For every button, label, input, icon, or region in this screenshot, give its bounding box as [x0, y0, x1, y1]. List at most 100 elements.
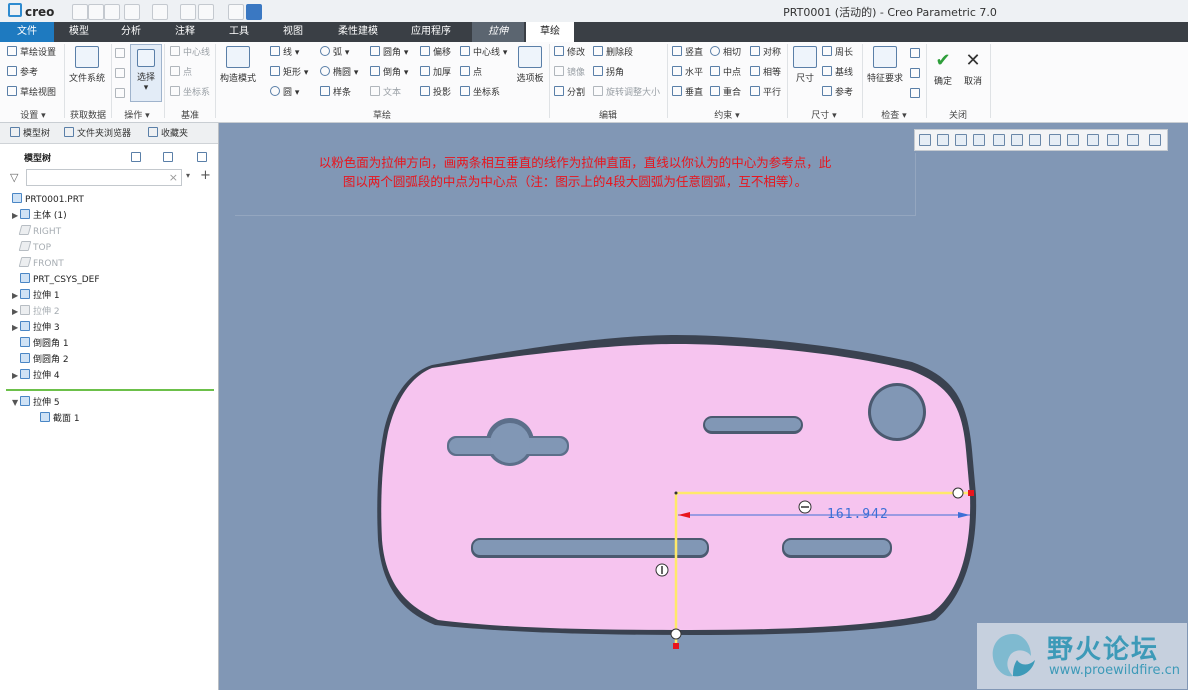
collapse-arrow-icon[interactable]: ▼ [12, 396, 20, 410]
group-label-setup[interactable]: 设置 ▾ [4, 108, 62, 121]
midpoint-constraint-button[interactable]: 中点 [710, 66, 741, 80]
tree-node-extrude-4[interactable]: ▶ 拉伸 4 [12, 369, 60, 383]
tree-node-extrude-2[interactable]: ▶ 拉伸 2 [12, 305, 60, 319]
save-icon[interactable] [104, 4, 120, 20]
palette-button[interactable]: 选项板 [513, 46, 547, 84]
tab-tools[interactable]: 工具 [216, 22, 262, 42]
file-system-button[interactable]: 文件系统 [66, 46, 108, 84]
tree-node-extrude-3[interactable]: ▶ 拉伸 3 [12, 321, 60, 335]
tree-node-csys[interactable]: PRT_CSYS_DEF [20, 273, 100, 287]
tab-applications[interactable]: 应用程序 [398, 22, 464, 42]
sketch-point-button[interactable]: 点 [460, 66, 482, 80]
feature-requirements-button[interactable]: 特征要求 [864, 46, 906, 84]
group-label-operations[interactable]: 操作 ▾ [112, 108, 162, 121]
line-button[interactable]: 线 ▾ [270, 46, 299, 60]
tab-extrude[interactable]: 拉伸 [472, 22, 524, 42]
tab-view[interactable]: 视图 [270, 22, 316, 42]
circle-button[interactable]: 圆 ▾ [270, 86, 299, 100]
select-button[interactable]: 选择 ▾ [130, 44, 162, 102]
customize-toolbar-icon[interactable] [246, 4, 262, 20]
coincident-constraint-button[interactable]: 重合 [710, 86, 741, 100]
tree-columns-icon[interactable] [197, 152, 207, 162]
open-file-icon[interactable] [88, 4, 104, 20]
text-button[interactable]: 文本 [370, 86, 401, 100]
regenerate-icon[interactable] [180, 4, 196, 20]
mirror-button[interactable]: 镜像 [554, 66, 585, 80]
divide-button[interactable]: 分割 [554, 86, 585, 100]
overlapping-geometry-icon[interactable] [910, 48, 920, 58]
baseline-button[interactable]: 基线 [822, 66, 853, 80]
tree-settings-icon[interactable] [131, 152, 141, 162]
parallel-constraint-button[interactable]: 平行 [750, 86, 781, 100]
corner-button[interactable]: 拐角 [593, 66, 624, 80]
tree-node-section-1[interactable]: 截面 1 [40, 412, 80, 426]
tree-node-body[interactable]: ▶ 主体 (1) [12, 209, 67, 223]
tab-favorites[interactable]: 收藏夹 [148, 126, 188, 139]
perimeter-button[interactable]: 周长 [822, 46, 853, 60]
datum-point-button[interactable]: 点 [170, 66, 192, 80]
tree-filter-input[interactable]: × [26, 169, 182, 186]
shade-closed-loops-icon[interactable] [910, 88, 920, 98]
expand-arrow-icon[interactable]: ▶ [12, 289, 20, 303]
symmetric-constraint-button[interactable]: 对称 [750, 46, 781, 60]
vertical-constraint-button[interactable]: 竖直 [672, 46, 703, 60]
tree-node-top-plane[interactable]: TOP [18, 241, 51, 255]
modify-button[interactable]: 修改 [554, 46, 585, 60]
rectangle-button[interactable]: 矩形 ▾ [270, 66, 308, 80]
tab-folder-browser[interactable]: 文件夹浏览器 [64, 126, 131, 139]
close-window-icon[interactable] [228, 4, 244, 20]
chamfer-button[interactable]: 倒角 ▾ [370, 66, 408, 80]
endpoint-marker[interactable] [968, 490, 974, 496]
dimension-button[interactable]: 尺寸 [790, 46, 820, 84]
add-filter-icon[interactable]: + [200, 168, 211, 183]
paste-icon[interactable] [115, 88, 125, 98]
expand-arrow-icon[interactable]: ▶ [12, 305, 20, 319]
midpoint-constraint-icon[interactable] [670, 628, 682, 640]
tab-model[interactable]: 模型 [56, 22, 102, 42]
ok-button[interactable]: ✔ 确定 [929, 50, 957, 87]
sketch-view-button[interactable]: 草绘视图 [7, 86, 56, 100]
equal-constraint-button[interactable]: 相等 [750, 66, 781, 80]
group-label-constrain[interactable]: 约束 ▾ [668, 108, 786, 121]
tree-node-part[interactable]: PRT0001.PRT [12, 193, 84, 207]
expand-arrow-icon[interactable]: ▶ [12, 209, 20, 223]
new-file-icon[interactable] [72, 4, 88, 20]
group-label-dimension[interactable]: 尺寸 ▾ [788, 108, 860, 121]
cancel-button[interactable]: ✕ 取消 [959, 50, 987, 87]
tree-show-icon[interactable] [163, 152, 173, 162]
horizontal-constraint-button[interactable]: 水平 [672, 66, 703, 80]
datum-csys-button[interactable]: 坐标系 [170, 86, 210, 100]
tangent-constraint-button[interactable]: 相切 [710, 46, 741, 60]
windows-icon[interactable] [198, 4, 214, 20]
tab-model-tree[interactable]: 模型树 [10, 126, 50, 139]
fillet-button[interactable]: 圆角 ▾ [370, 46, 408, 60]
construction-mode-button[interactable]: 构造模式 [217, 46, 259, 84]
endpoint-marker[interactable] [673, 643, 679, 649]
sketch-setup-button[interactable]: 草绘设置 [7, 46, 56, 60]
undo-icon[interactable] [124, 4, 140, 20]
clear-filter-icon[interactable]: × [169, 171, 178, 184]
expand-arrow-icon[interactable]: ▶ [12, 321, 20, 335]
tree-node-round-2[interactable]: 倒圆角 2 [20, 353, 69, 367]
tab-sketch[interactable]: 草绘 [526, 22, 574, 42]
tab-analysis[interactable]: 分析 [108, 22, 154, 42]
dimension-value[interactable]: 161.942 [827, 507, 889, 522]
sketch-centerline-button[interactable]: 中心线 ▾ [460, 46, 507, 60]
midpoint-constraint-icon[interactable] [952, 487, 964, 499]
references-button[interactable]: 参考 [7, 66, 38, 80]
tree-node-extrude-1[interactable]: ▶ 拉伸 1 [12, 289, 60, 303]
redo-icon[interactable] [152, 4, 168, 20]
arc-button[interactable]: 弧 ▾ [320, 46, 349, 60]
datum-centerline-button[interactable]: 中心线 [170, 46, 210, 60]
sketch-csys-button[interactable]: 坐标系 [460, 86, 500, 100]
expand-arrow-icon[interactable]: ▶ [12, 369, 20, 383]
tree-node-extrude-5[interactable]: ▼ 拉伸 5 [12, 396, 60, 410]
perpendicular-constraint-button[interactable]: 垂直 [672, 86, 703, 100]
project-button[interactable]: 投影 [420, 86, 451, 100]
tab-flexible-modeling[interactable]: 柔性建模 [324, 22, 392, 42]
tree-node-right-plane[interactable]: RIGHT [18, 225, 61, 239]
spline-button[interactable]: 样条 [320, 86, 351, 100]
cut-icon[interactable] [115, 48, 125, 58]
reference-dimension-button[interactable]: 参考 [822, 86, 853, 100]
tab-annotate[interactable]: 注释 [162, 22, 208, 42]
